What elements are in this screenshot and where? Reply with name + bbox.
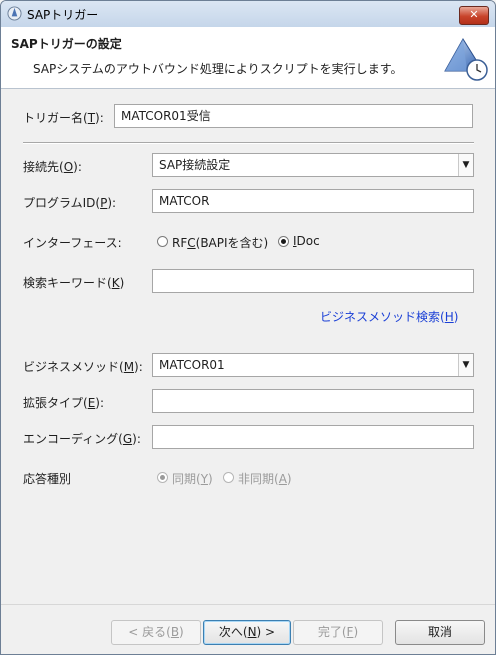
dialog-window: SAPトリガー ✕ SAPトリガーの設定 SAPシステムのアウトバウンド処理によ… — [0, 0, 496, 655]
close-icon: ✕ — [469, 8, 479, 21]
connection-label: 接続先(O): — [23, 160, 82, 174]
button-bar: < 戻る(B) 次へ(N) > 完了(F) 取消 — [1, 604, 495, 654]
wizard-header: SAPトリガーの設定 SAPシステムのアウトバウンド処理によりスクリプトを実行し… — [1, 27, 495, 89]
back-button[interactable]: < 戻る(B) — [111, 620, 201, 645]
next-button[interactable]: 次へ(N) > — [203, 620, 291, 645]
title-bar: SAPトリガー ✕ — [1, 1, 495, 27]
window-title: SAPトリガー — [27, 8, 99, 22]
chevron-down-icon[interactable]: ▼ — [458, 154, 473, 176]
business-method-value: MATCOR01 — [159, 358, 225, 372]
response-async-label[interactable]: 非同期(A) — [238, 470, 292, 487]
interface-idoc-radio[interactable] — [278, 236, 289, 247]
connection-value: SAP接続設定 — [159, 158, 231, 172]
search-keyword-label: 検索キーワード(K) — [23, 276, 125, 290]
program-id-label: プログラムID(P): — [23, 196, 117, 210]
interface-idoc-label[interactable]: IDoc — [293, 234, 320, 248]
trigger-name-input[interactable]: MATCOR01受信 — [114, 104, 473, 128]
search-keyword-input[interactable] — [152, 269, 474, 293]
page-subtitle: SAPシステムのアウトバウンド処理によりスクリプトを実行します。 — [33, 62, 403, 76]
extension-type-input[interactable] — [152, 389, 474, 413]
close-button[interactable]: ✕ — [459, 6, 489, 25]
response-type-label: 応答種別 — [23, 472, 72, 486]
interface-rfc-label[interactable]: RFC(BAPIを含む) — [172, 234, 268, 251]
extension-type-label: 拡張タイプ(E): — [23, 396, 105, 410]
pyramid-clock-icon — [444, 38, 488, 81]
chevron-down-icon[interactable]: ▼ — [458, 354, 473, 376]
program-id-input[interactable]: MATCOR — [152, 189, 474, 213]
encoding-input[interactable] — [152, 425, 474, 449]
response-sync-label[interactable]: 同期(Y) — [172, 470, 213, 487]
interface-rfc-radio[interactable] — [157, 236, 168, 247]
business-method-label: ビジネスメソッド(M): — [23, 360, 143, 374]
connection-select[interactable]: SAP接続設定 ▼ — [152, 153, 474, 177]
finish-button[interactable]: 完了(F) — [293, 620, 383, 645]
business-method-select[interactable]: MATCOR01 ▼ — [152, 353, 474, 377]
cancel-button[interactable]: 取消 — [395, 620, 485, 645]
page-title: SAPトリガーの設定 — [11, 37, 122, 51]
response-sync-radio[interactable] — [157, 472, 168, 483]
app-icon — [7, 6, 22, 21]
encoding-label: エンコーディング(G): — [23, 432, 141, 446]
interface-label: インターフェース: — [23, 236, 122, 250]
business-method-search-link[interactable]: ビジネスメソッド検索(H) — [320, 308, 458, 325]
separator — [23, 142, 474, 144]
response-async-radio[interactable] — [223, 472, 234, 483]
trigger-name-label: トリガー名(T): — [23, 111, 104, 125]
